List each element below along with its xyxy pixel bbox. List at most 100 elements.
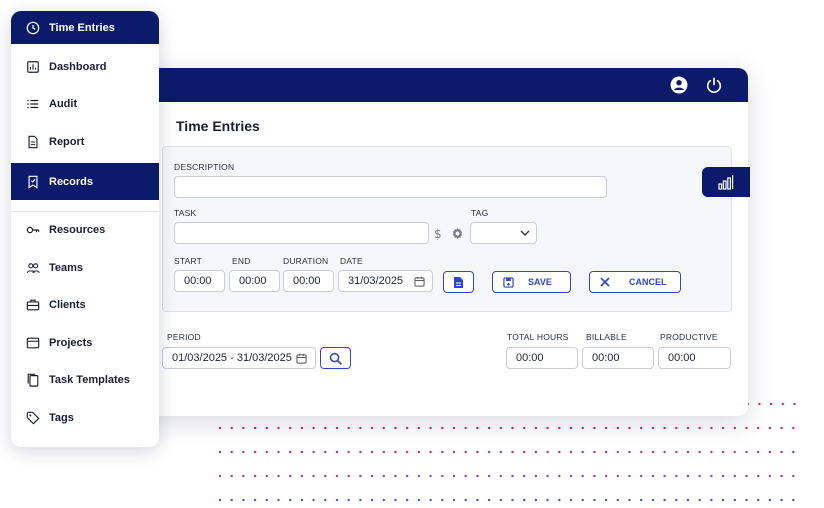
cancel-label: CANCEL [629, 277, 667, 287]
billable-label: BILLABLE [586, 332, 627, 342]
clock-icon [26, 21, 40, 34]
decorative-dot [569, 426, 573, 430]
decorative-dot [628, 474, 631, 478]
decorative-dot [476, 474, 479, 478]
sidebar-item-resources[interactable]: Resources [11, 211, 159, 248]
search-button[interactable] [320, 347, 351, 369]
file-icon [454, 276, 463, 288]
decorative-dot [476, 498, 479, 502]
decorative-dot [628, 426, 631, 430]
decorative-dot [265, 450, 268, 454]
decorative-dot [710, 498, 713, 502]
gear-icon[interactable] [451, 227, 464, 240]
decorative-dot [300, 426, 304, 430]
decorative-dot [487, 474, 491, 478]
user-circle-icon[interactable] [670, 76, 688, 94]
date-input[interactable]: 31/03/2025 [338, 270, 433, 292]
power-icon[interactable] [705, 76, 723, 94]
decorative-dot [452, 474, 456, 478]
decorative-dot [534, 498, 538, 502]
tag-select[interactable] [470, 222, 537, 244]
decorative-dot [359, 426, 362, 430]
sidebar-item-label: Audit [49, 97, 78, 110]
decorative-dot [780, 426, 783, 430]
period-label: PERIOD [167, 332, 201, 342]
decorative-dot [417, 450, 421, 454]
decorative-dot [406, 450, 409, 454]
start-time-input[interactable]: 00:00 [174, 270, 225, 292]
decorative-dot [464, 426, 467, 430]
decorative-dot [769, 402, 773, 406]
total-hours-field: 00:00 [506, 347, 578, 369]
decorative-dot [792, 474, 795, 478]
sidebar-item-audit[interactable]: Audit [11, 85, 159, 122]
period-input[interactable]: 01/03/2025 - 31/03/2025 [162, 347, 316, 369]
sidebar-item-time-entries[interactable]: Time Entries [11, 11, 159, 44]
app-stage: Time Entries DESCRIPTION TASK $ TAG STAR… [0, 0, 824, 508]
decorative-dot [300, 450, 304, 454]
decorative-dot [733, 426, 736, 430]
task-input[interactable] [174, 222, 429, 244]
calendar-icon[interactable] [414, 276, 425, 287]
end-label: END [232, 256, 251, 266]
description-label: DESCRIPTION [174, 162, 235, 172]
sidebar-item-teams[interactable]: Teams [11, 249, 159, 286]
decorative-dot [663, 450, 666, 454]
tag-label: TAG [471, 208, 489, 218]
sidebar-item-tags[interactable]: Tags [11, 399, 159, 436]
decorative-dot [394, 474, 397, 478]
decorative-dot [230, 474, 233, 478]
sidebar-item-records[interactable]: Records [11, 163, 159, 200]
sidebar-item-report[interactable]: Report [11, 123, 159, 160]
decorative-dot [710, 450, 713, 454]
save-label: SAVE [528, 277, 552, 287]
decorative-dot [335, 450, 339, 454]
decorative-dot [277, 498, 280, 502]
sidebar-item-task-templates[interactable]: Task Templates [11, 361, 159, 398]
decorative-dot [604, 474, 608, 478]
decorative-dot [792, 450, 795, 454]
decorative-dot [452, 426, 456, 430]
decorative-dot [640, 450, 643, 454]
decorative-dot [230, 498, 233, 502]
description-input[interactable] [174, 176, 607, 198]
decorative-dot [511, 450, 514, 454]
save-icon [503, 276, 514, 288]
decorative-dot [781, 402, 784, 406]
copy-icon [27, 373, 39, 387]
decorative-dot [511, 498, 514, 502]
decorative-dot [324, 426, 327, 430]
time-entry-form: DESCRIPTION TASK $ TAG START 00:00 END 0… [162, 146, 732, 312]
sidebar-item-clients[interactable]: Clients [11, 286, 159, 323]
dollar-icon[interactable]: $ [433, 227, 444, 240]
end-time-input[interactable]: 00:00 [229, 270, 280, 292]
sidebar-item-label: Resources [49, 223, 106, 236]
decorative-dot [733, 474, 736, 478]
decorative-dot [546, 498, 549, 502]
calendar-icon[interactable] [296, 353, 307, 364]
decorative-dot [675, 426, 678, 430]
decorative-dot [698, 474, 701, 478]
decorative-dot [429, 450, 432, 454]
date-label: DATE [340, 256, 363, 266]
sidebar-item-dashboard[interactable]: Dashboard [11, 48, 159, 85]
stats-tab[interactable] [702, 167, 750, 197]
decorative-dot [370, 498, 374, 502]
save-button[interactable]: SAVE [492, 271, 571, 293]
decorative-dot [721, 498, 725, 502]
document-button[interactable] [443, 271, 474, 293]
decorative-dot [523, 450, 526, 454]
decorative-dot [558, 474, 561, 478]
decorative-dot [370, 474, 374, 478]
decorative-dot [698, 450, 701, 454]
page-title: Time Entries [176, 118, 260, 134]
decorative-dot [417, 426, 421, 430]
decorative-dot [604, 498, 608, 502]
duration-input[interactable]: 00:00 [283, 270, 334, 292]
decorative-dot [546, 450, 549, 454]
dashboard-icon [27, 60, 39, 73]
decorative-dot [242, 450, 245, 454]
sidebar-item-projects[interactable]: Projects [11, 324, 159, 361]
cancel-button[interactable]: CANCEL [589, 271, 681, 293]
decorative-dot [347, 426, 350, 430]
